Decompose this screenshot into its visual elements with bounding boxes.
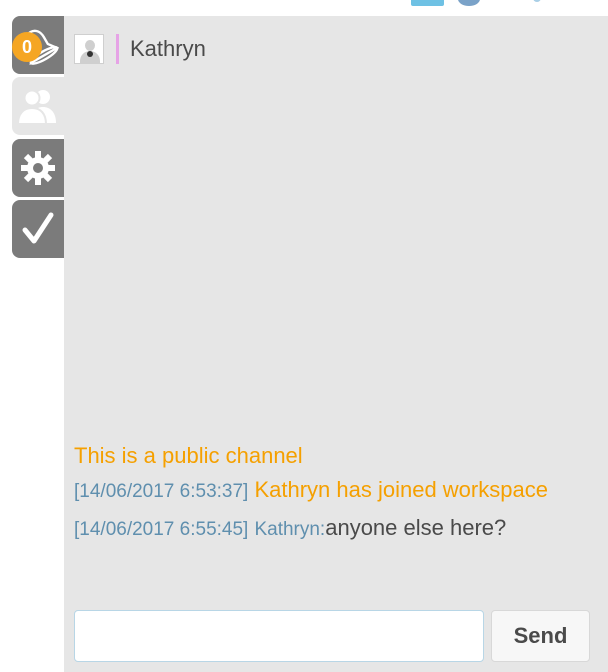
message-row: [14/06/2017 6:55:45] Kathryn:anyone else…	[74, 509, 604, 547]
message-row: [14/06/2017 6:53:37] Kathryn has joined …	[74, 471, 604, 509]
user-name: Kathryn	[130, 36, 206, 61]
globe-icon[interactable]	[458, 0, 480, 6]
message-timestamp: [14/06/2017 6:55:45]	[74, 519, 249, 540]
presence-indicator	[116, 34, 119, 64]
check-icon	[18, 209, 58, 249]
send-button[interactable]: Send	[491, 610, 590, 662]
message-input[interactable]	[74, 610, 484, 662]
message-author[interactable]: Kathryn:	[254, 519, 325, 540]
top-bar	[0, 0, 608, 16]
system-message-text: Kathryn has joined workspace	[254, 477, 548, 502]
gear-icon	[18, 148, 58, 188]
chat-panel: Kathryn This is a public channel [14/06/…	[64, 16, 608, 672]
top-menu-icon[interactable]	[533, 0, 541, 2]
avatar	[74, 34, 104, 64]
tab-users[interactable]	[12, 77, 64, 135]
message-text: anyone else here?	[325, 515, 507, 540]
sidebar: 0	[0, 16, 64, 672]
users-icon	[16, 85, 60, 127]
tab-settings[interactable]	[12, 139, 64, 197]
channel-notice: This is a public channel	[74, 443, 303, 468]
user-list-item[interactable]: Kathryn	[74, 33, 206, 65]
message-list: This is a public channel [14/06/2017 6:5…	[74, 441, 604, 547]
tab-tasks[interactable]	[12, 200, 64, 258]
message-timestamp: [14/06/2017 6:53:37]	[74, 481, 249, 502]
notification-badge: 0	[12, 32, 42, 62]
top-action-button[interactable]	[411, 0, 444, 6]
